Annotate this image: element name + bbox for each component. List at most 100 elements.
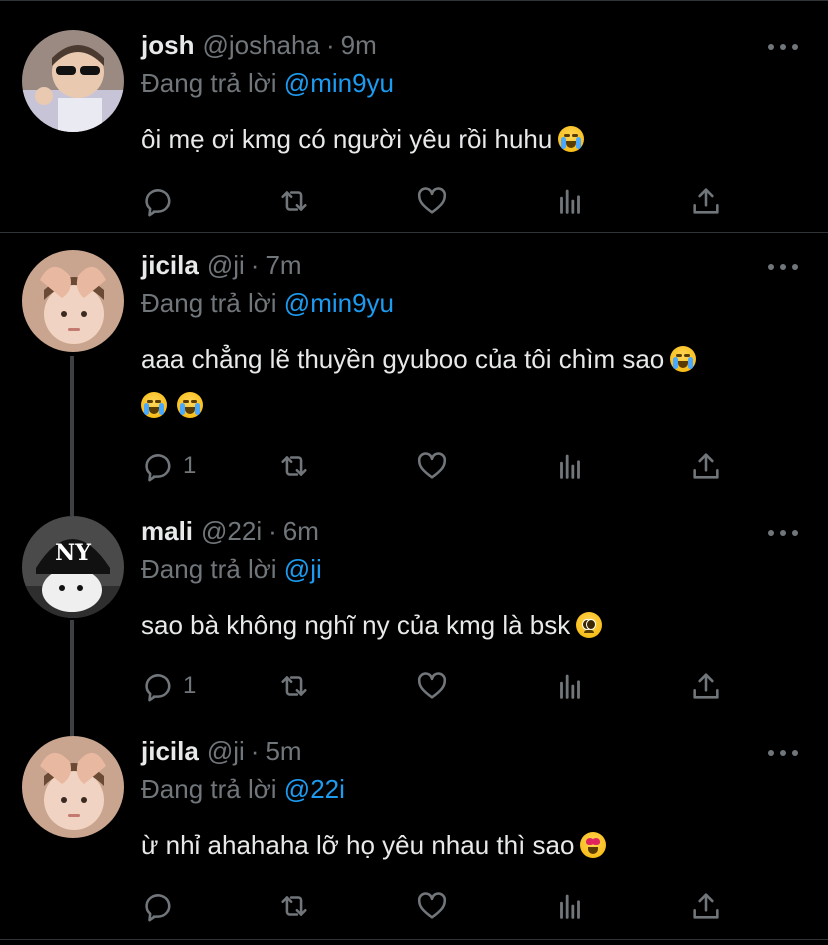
- display-name[interactable]: jicila: [141, 250, 199, 281]
- more-options-icon[interactable]: [768, 257, 798, 277]
- like-button[interactable]: [415, 448, 449, 484]
- separator-dot: ·: [250, 736, 260, 766]
- tweet-body: ừ nhỉ ahahaha lỡ họ yêu nhau thì sao: [141, 830, 575, 860]
- mention-link[interactable]: @22i: [284, 774, 345, 804]
- like-icon: [415, 184, 449, 218]
- reply-count: 1: [183, 452, 197, 479]
- stats-icon: [553, 669, 587, 703]
- timestamp[interactable]: 6m: [283, 516, 319, 547]
- reply-button[interactable]: 1: [141, 668, 196, 704]
- pleading-face-emoji: [576, 612, 603, 638]
- mention-link[interactable]: @min9yu: [284, 288, 394, 318]
- reply-icon: [141, 184, 175, 218]
- stats-button[interactable]: [553, 888, 587, 924]
- stats-button[interactable]: [553, 668, 587, 704]
- crying-face-emoji: [177, 392, 203, 418]
- tweet-header: josh @joshaha · 9m: [141, 30, 377, 64]
- share-button[interactable]: [689, 888, 723, 924]
- replying-prefix: Đang trả lời: [141, 288, 277, 318]
- tweet-3[interactable]: NY mali @22i · 6m Đang trả lời @ji sao b…: [0, 498, 828, 718]
- reply-button[interactable]: [141, 888, 183, 924]
- heart-eyes-face-emoji: [580, 832, 607, 858]
- tweet-text: aaa chẳng lẽ thuyền gyuboo của tôi chìm …: [141, 336, 791, 428]
- more-options-icon[interactable]: [768, 743, 798, 763]
- stats-button[interactable]: [553, 183, 587, 219]
- separator-dot: ·: [268, 516, 277, 546]
- stats-icon: [553, 184, 587, 218]
- tweet-header: mali @22i · 6m: [141, 516, 319, 550]
- like-icon: [415, 449, 449, 483]
- share-button[interactable]: [689, 668, 723, 704]
- retweet-icon: [277, 449, 311, 483]
- avatar-josh[interactable]: [22, 30, 124, 132]
- reply-count: 1: [183, 672, 197, 699]
- retweet-button[interactable]: [277, 183, 311, 219]
- tweet-text: sao bà không nghĩ ny của kmg là bsk: [141, 602, 791, 648]
- tweet-actions: 1: [141, 668, 741, 704]
- stats-button[interactable]: [553, 448, 587, 484]
- crying-face-emoji: [141, 392, 167, 418]
- crying-face-emoji: [558, 126, 585, 152]
- like-button[interactable]: [415, 888, 449, 924]
- timestamp[interactable]: 9m: [341, 30, 377, 61]
- display-name[interactable]: jicila: [141, 736, 199, 767]
- avatar-jicila[interactable]: [22, 736, 124, 838]
- separator-dot: ·: [250, 250, 260, 280]
- tweet-body: sao bà không nghĩ ny của kmg là bsk: [141, 610, 571, 640]
- reply-button[interactable]: 1: [141, 448, 196, 484]
- tweet-actions: [141, 183, 741, 219]
- reply-icon: [141, 889, 175, 923]
- divider: [0, 939, 828, 940]
- stats-icon: [553, 449, 587, 483]
- avatar-mali[interactable]: NY: [22, 516, 124, 618]
- retweet-icon: [277, 889, 311, 923]
- display-name[interactable]: josh: [141, 30, 194, 61]
- replying-to: Đang trả lời @ji: [141, 554, 322, 585]
- timestamp[interactable]: 7m: [265, 250, 301, 281]
- replying-to: Đang trả lời @min9yu: [141, 68, 394, 99]
- user-handle[interactable]: @22i: [201, 516, 262, 547]
- retweet-button[interactable]: [277, 888, 311, 924]
- reply-icon: [141, 669, 175, 703]
- replying-to: Đang trả lời @22i: [141, 774, 345, 805]
- display-name[interactable]: mali: [141, 516, 193, 547]
- retweet-button[interactable]: [277, 448, 311, 484]
- mention-link[interactable]: @min9yu: [284, 68, 394, 98]
- share-icon: [689, 449, 723, 483]
- like-button[interactable]: [415, 183, 449, 219]
- user-handle[interactable]: @joshaha: [202, 30, 319, 61]
- reply-button[interactable]: [141, 183, 183, 219]
- replying-prefix: Đang trả lời: [141, 554, 277, 584]
- retweet-button[interactable]: [277, 668, 311, 704]
- more-options-icon[interactable]: [768, 523, 798, 543]
- replying-prefix: Đang trả lời: [141, 68, 277, 98]
- tweet-header: jicila @ji · 5m: [141, 736, 302, 770]
- retweet-icon: [277, 184, 311, 218]
- tweet-actions: [141, 888, 741, 924]
- more-options-icon[interactable]: [768, 37, 798, 57]
- retweet-icon: [277, 669, 311, 703]
- crying-face-emoji: [670, 346, 697, 372]
- tweet-1[interactable]: josh @joshaha · 9m Đang trả lời @min9yu …: [0, 0, 828, 232]
- share-icon: [689, 889, 723, 923]
- replying-to: Đang trả lời @min9yu: [141, 288, 394, 319]
- avatar-jicila[interactable]: [22, 250, 124, 352]
- tweet-actions: 1: [141, 448, 741, 484]
- mention-link[interactable]: @ji: [284, 554, 322, 584]
- tweet-2[interactable]: jicila @ji · 7m Đang trả lời @min9yu aaa…: [0, 233, 828, 498]
- replying-prefix: Đang trả lời: [141, 774, 277, 804]
- like-icon: [415, 669, 449, 703]
- share-button[interactable]: [689, 183, 723, 219]
- tweet-body: ôi mẹ ơi kmg có người yêu rồi huhu: [141, 124, 553, 154]
- like-button[interactable]: [415, 668, 449, 704]
- timestamp[interactable]: 5m: [265, 736, 301, 767]
- share-icon: [689, 184, 723, 218]
- user-handle[interactable]: @ji: [207, 736, 245, 767]
- tweet-text: ừ nhỉ ahahaha lỡ họ yêu nhau thì sao: [141, 822, 791, 868]
- tweet-body: aaa chẳng lẽ thuyền gyuboo của tôi chìm …: [141, 344, 665, 374]
- user-handle[interactable]: @ji: [207, 250, 245, 281]
- tweet-4[interactable]: jicila @ji · 5m Đang trả lời @22i ừ nhỉ …: [0, 718, 828, 945]
- svg-text:NY: NY: [55, 540, 91, 566]
- share-button[interactable]: [689, 448, 723, 484]
- like-icon: [415, 889, 449, 923]
